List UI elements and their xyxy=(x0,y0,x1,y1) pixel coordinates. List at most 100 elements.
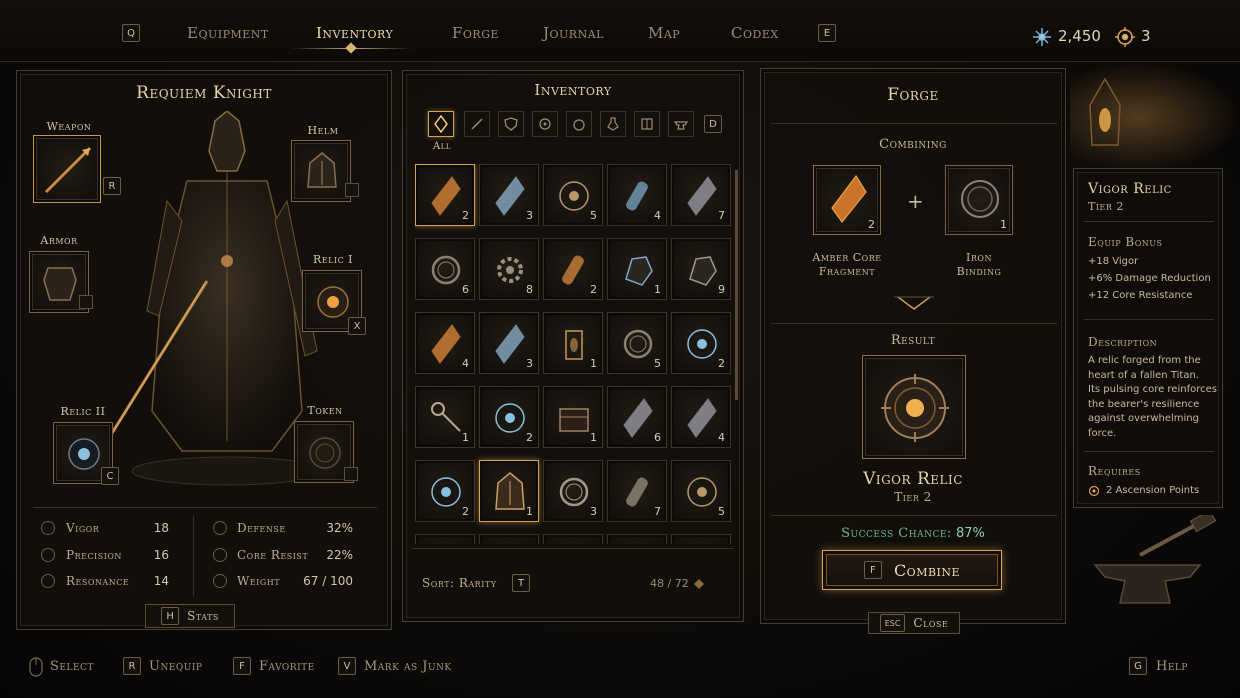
inventory-item[interactable]: 6 xyxy=(415,238,475,300)
tab-forge[interactable]: Forge xyxy=(452,24,499,42)
inventory-item[interactable]: 2 xyxy=(479,386,539,448)
inventory-item-partial[interactable] xyxy=(607,534,667,544)
stats-column-divider xyxy=(193,516,194,596)
tooltip-divider-1 xyxy=(1084,221,1214,222)
inventory-item[interactable]: 1 xyxy=(543,386,603,448)
ring-icon xyxy=(559,477,589,507)
ingredient2-slot[interactable]: 1 xyxy=(945,165,1013,235)
chevron-down-icon xyxy=(894,296,934,310)
tab-equipment[interactable]: Equipment xyxy=(187,24,269,42)
hint-mark-junk: Mark as Junk xyxy=(364,659,452,674)
amber-relic-icon xyxy=(317,286,349,318)
item-count: 1 xyxy=(462,431,469,444)
inventory-item[interactable]: 9 xyxy=(671,238,731,300)
stats-button[interactable]: H Stats xyxy=(145,604,235,628)
relic-icon xyxy=(539,118,551,130)
combine-button[interactable]: F Combine xyxy=(822,550,1002,590)
inventory-item[interactable]: 1 xyxy=(607,238,667,300)
dark-crystal-icon xyxy=(623,398,653,438)
capacity-diamond-icon xyxy=(694,579,704,589)
hint-help-key[interactable]: G xyxy=(1129,657,1147,675)
mouse-icon xyxy=(29,657,43,677)
inventory-item-partial[interactable] xyxy=(415,534,475,544)
iron-ring-icon xyxy=(431,255,461,285)
inventory-item[interactable]: 3 xyxy=(543,460,603,522)
prev-tab-key[interactable]: Q xyxy=(122,24,140,42)
inventory-item[interactable]: 8 xyxy=(479,238,539,300)
inventory-item[interactable]: 5 xyxy=(607,312,667,374)
inventory-item[interactable]: 2 xyxy=(415,164,475,226)
inventory-item[interactable]: 5 xyxy=(671,460,731,522)
inventory-item[interactable]: 3 xyxy=(479,164,539,226)
weapon-slot-key[interactable]: R xyxy=(103,177,121,195)
tab-inventory[interactable]: Inventory xyxy=(316,24,393,42)
next-tab-key[interactable]: E xyxy=(818,24,836,42)
inventory-item[interactable]: 5 xyxy=(543,164,603,226)
inventory-item[interactable]: 7 xyxy=(671,164,731,226)
relic1-slot-key[interactable]: X xyxy=(348,317,366,335)
anvil-icon xyxy=(674,121,688,130)
filter-rings[interactable] xyxy=(566,111,592,137)
precision-stat-icon xyxy=(41,548,55,562)
filter-relics[interactable] xyxy=(532,111,558,137)
filter-weapons[interactable] xyxy=(464,111,490,137)
description-text: A relic forged from the heart of a falle… xyxy=(1088,354,1217,441)
filter-materials[interactable] xyxy=(668,111,694,137)
close-button[interactable]: ESC Close xyxy=(868,612,960,634)
description-line: the bearer's resilience xyxy=(1088,398,1200,410)
filter-consumables[interactable] xyxy=(600,111,626,137)
tooltip-item-name: Vigor Relic xyxy=(1088,181,1172,197)
inventory-item[interactable]: 4 xyxy=(415,312,475,374)
blue-relic-icon xyxy=(431,477,461,507)
inventory-scrollbar[interactable] xyxy=(735,170,738,400)
inventory-item[interactable]: 2 xyxy=(671,312,731,374)
shard-currency-value: 2,450 xyxy=(1058,27,1101,45)
filter-books[interactable] xyxy=(634,111,660,137)
inventory-item[interactable]: 1 xyxy=(543,312,603,374)
tab-codex[interactable]: Codex xyxy=(731,24,779,42)
inventory-item[interactable]: 3 xyxy=(479,312,539,374)
inventory-item[interactable]: 4 xyxy=(671,386,731,448)
next-filter-key[interactable]: D xyxy=(704,115,722,133)
inventory-item-partial[interactable] xyxy=(479,534,539,544)
stats-button-label: Stats xyxy=(187,609,219,623)
item-count: 5 xyxy=(590,209,597,222)
token-emblem-icon xyxy=(309,437,341,469)
filter-all[interactable] xyxy=(428,111,454,137)
inventory-item[interactable]: 4 xyxy=(607,164,667,226)
sort-key[interactable]: T xyxy=(512,574,530,592)
hint-favorite-key[interactable]: F xyxy=(233,657,251,675)
inventory-item-partial[interactable] xyxy=(543,534,603,544)
vigor-stat-value: 18 xyxy=(153,521,169,535)
success-divider xyxy=(771,515,1057,516)
inventory-item[interactable]: 6 xyxy=(607,386,667,448)
success-chance-value: 87% xyxy=(955,526,985,541)
relic2-slot-key[interactable]: C xyxy=(101,467,119,485)
description-line: force. xyxy=(1088,427,1117,439)
weight-stat-value: 67 / 100 xyxy=(303,574,353,588)
hint-junk-key[interactable]: V xyxy=(338,657,356,675)
item-count: 8 xyxy=(526,283,533,296)
hint-unequip-key[interactable]: R xyxy=(123,657,141,675)
helm-slot[interactable] xyxy=(291,140,351,202)
tab-map[interactable]: Map xyxy=(648,24,680,42)
ingredient2-name: Iron Binding xyxy=(929,251,1029,279)
item-count: 2 xyxy=(462,209,469,222)
inventory-item[interactable]: 7 xyxy=(607,460,667,522)
weapon-slot[interactable] xyxy=(33,135,101,203)
iron-binding-icon xyxy=(961,180,999,218)
inventory-item[interactable]: 1 xyxy=(479,460,539,522)
tab-journal[interactable]: Journal xyxy=(543,24,604,42)
lantern-icon xyxy=(565,330,583,360)
tooltip-item-tier: Tier 2 xyxy=(1088,200,1124,213)
inventory-item-partial[interactable] xyxy=(671,534,731,544)
ingredient1-count: 2 xyxy=(868,218,875,231)
filter-armor[interactable] xyxy=(498,111,524,137)
ingredient1-slot[interactable]: 2 xyxy=(813,165,881,235)
inventory-item[interactable]: 2 xyxy=(415,460,475,522)
requires-label: Requires xyxy=(1088,464,1141,478)
inventory-item[interactable]: 1 xyxy=(415,386,475,448)
inventory-item[interactable]: 2 xyxy=(543,238,603,300)
result-label: Result xyxy=(890,333,936,348)
sort-label[interactable]: Sort: Rarity xyxy=(422,576,496,590)
